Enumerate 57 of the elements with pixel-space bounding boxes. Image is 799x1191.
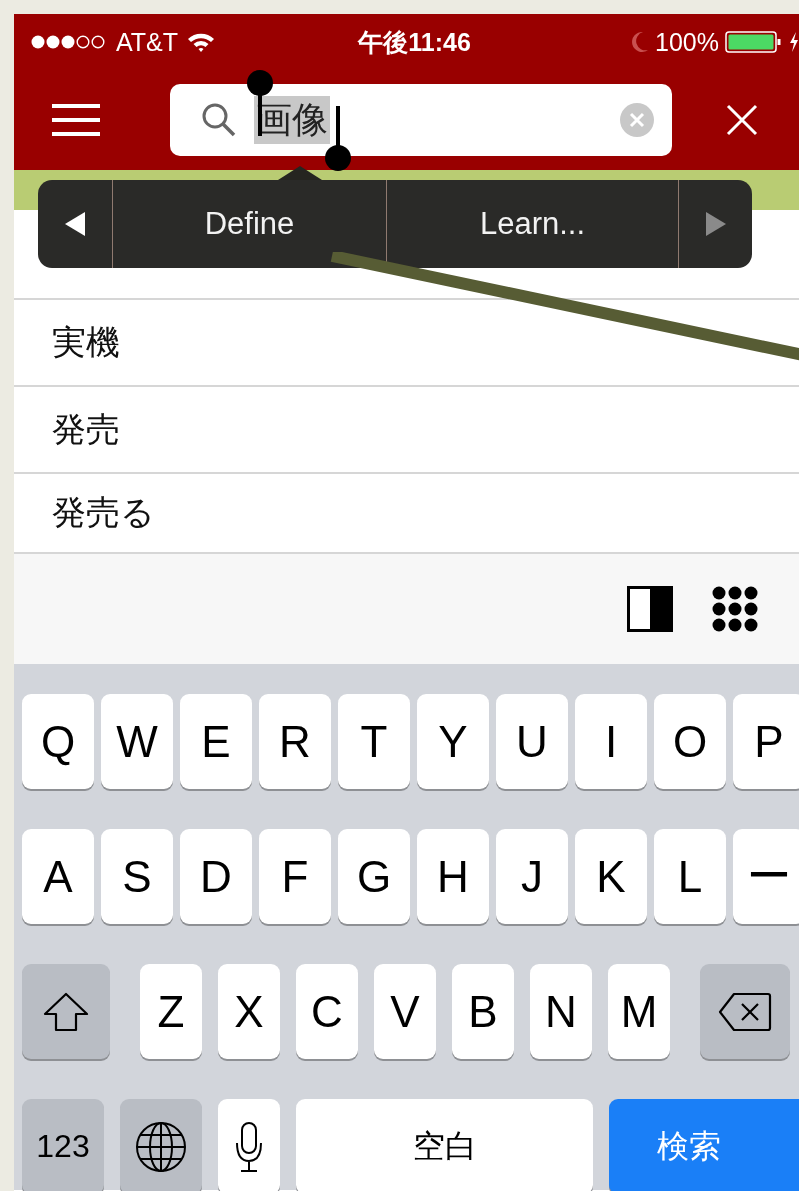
letter-key[interactable]: R [259, 694, 331, 789]
numbers-key[interactable]: 123 [22, 1099, 104, 1191]
letter-key[interactable]: S [101, 829, 173, 924]
letter-key[interactable]: X [218, 964, 280, 1059]
menu-option[interactable]: Define [112, 180, 386, 268]
letter-key[interactable]: W [101, 694, 173, 789]
moon-icon [629, 30, 650, 54]
close-icon[interactable] [726, 104, 758, 136]
letter-key[interactable]: C [296, 964, 358, 1059]
letter-key[interactable]: V [374, 964, 436, 1059]
menu-icon[interactable] [52, 103, 100, 137]
letter-key[interactable]: E [180, 694, 252, 789]
microphone-icon [234, 1120, 264, 1173]
letter-key[interactable]: Q [22, 694, 94, 789]
letter-key[interactable]: J [496, 829, 568, 924]
status-time: 午後11:46 [358, 26, 471, 58]
letter-key[interactable]: G [338, 829, 410, 924]
globe-key[interactable] [120, 1099, 202, 1191]
shift-key[interactable] [22, 964, 110, 1059]
left-triangle-icon [64, 211, 86, 237]
battery-percent: 100% [655, 27, 719, 57]
globe-icon [135, 1120, 187, 1173]
letter-key[interactable]: B [452, 964, 514, 1059]
delete-icon [718, 991, 772, 1032]
letter-key[interactable]: K [575, 829, 647, 924]
letter-key[interactable]: Y [417, 694, 489, 789]
space-key[interactable]: 空白 [296, 1099, 593, 1191]
letter-key[interactable]: F [259, 829, 331, 924]
letter-key[interactable]: M [608, 964, 670, 1059]
letter-key[interactable]: D [180, 829, 252, 924]
search-icon [200, 101, 238, 139]
letter-key[interactable]: Z [140, 964, 202, 1059]
right-triangle-icon [704, 211, 727, 237]
suggestion-item[interactable]: 実機 [52, 319, 120, 366]
delete-key[interactable] [700, 964, 790, 1059]
letter-key[interactable]: I [575, 694, 647, 789]
suggestion-item[interactable]: 発売 [52, 406, 120, 453]
suggestion-item[interactable]: 発売る [52, 490, 155, 536]
letter-key[interactable]: H [417, 829, 489, 924]
letter-key[interactable]: P [733, 694, 799, 789]
search-key[interactable]: 検索 [609, 1099, 799, 1191]
dot-grid-icon[interactable] [711, 585, 759, 633]
letter-key[interactable]: A [22, 829, 94, 924]
letter-key[interactable]: O [654, 694, 726, 789]
letter-key[interactable]: ー [733, 829, 799, 924]
letter-key[interactable]: T [338, 694, 410, 789]
half-square-icon[interactable] [627, 586, 673, 632]
battery-icon [725, 30, 783, 54]
charging-icon [789, 31, 799, 53]
carrier-name: AT&T [116, 27, 179, 57]
letter-key[interactable]: N [530, 964, 592, 1059]
letter-key[interactable]: U [496, 694, 568, 789]
wifi-icon [186, 31, 217, 53]
letter-key[interactable]: L [654, 829, 726, 924]
shift-icon [43, 991, 89, 1032]
mic-key[interactable] [218, 1099, 280, 1191]
menu-option[interactable]: Learn... [386, 180, 678, 268]
